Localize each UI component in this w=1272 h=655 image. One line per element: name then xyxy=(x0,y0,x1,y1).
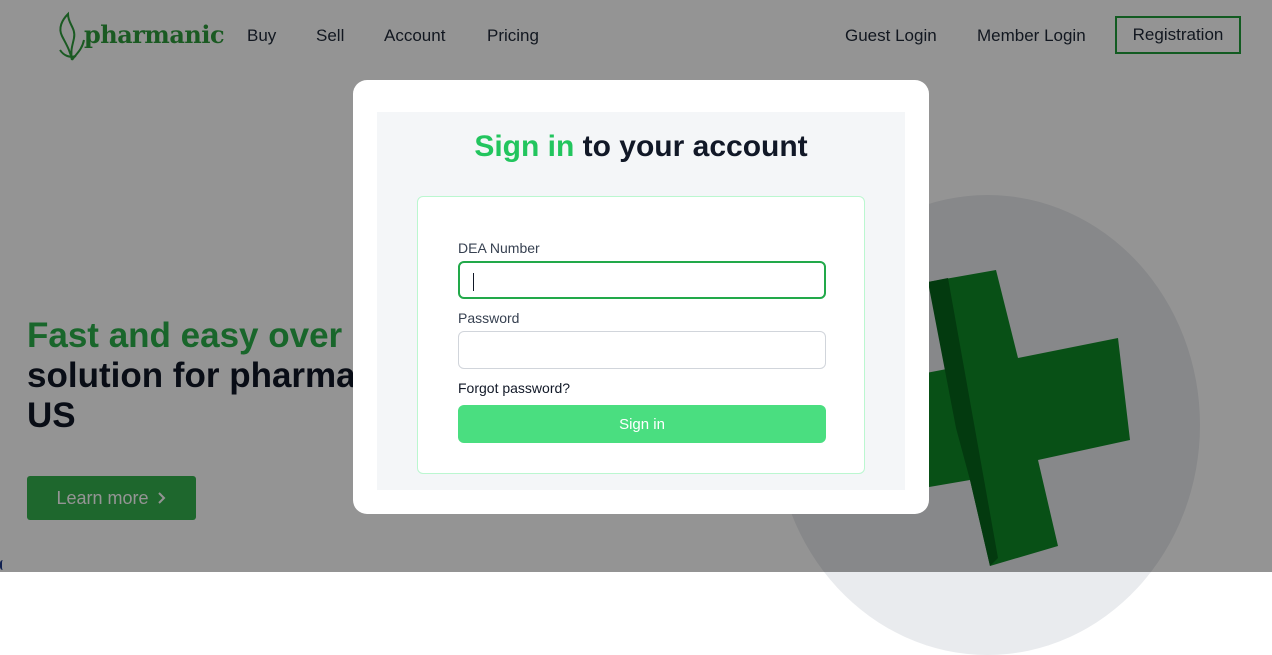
dea-number-input[interactable] xyxy=(458,261,826,299)
sign-in-form: DEA Number Password Forgot password? Sig… xyxy=(417,196,865,474)
password-input[interactable] xyxy=(458,331,826,369)
modal-content: Sign in to your account DEA Number Passw… xyxy=(377,112,905,490)
sign-in-button[interactable]: Sign in xyxy=(458,405,826,443)
sign-in-modal: Sign in to your account DEA Number Passw… xyxy=(353,80,929,514)
modal-title: Sign in to your account xyxy=(377,130,905,164)
forgot-password-link[interactable]: Forgot password? xyxy=(458,380,570,396)
password-label: Password xyxy=(458,310,520,326)
text-caret xyxy=(473,273,474,291)
dea-number-label: DEA Number xyxy=(458,240,540,256)
modal-title-rest: to your account xyxy=(574,130,808,163)
modal-title-accent: Sign in xyxy=(474,130,575,163)
